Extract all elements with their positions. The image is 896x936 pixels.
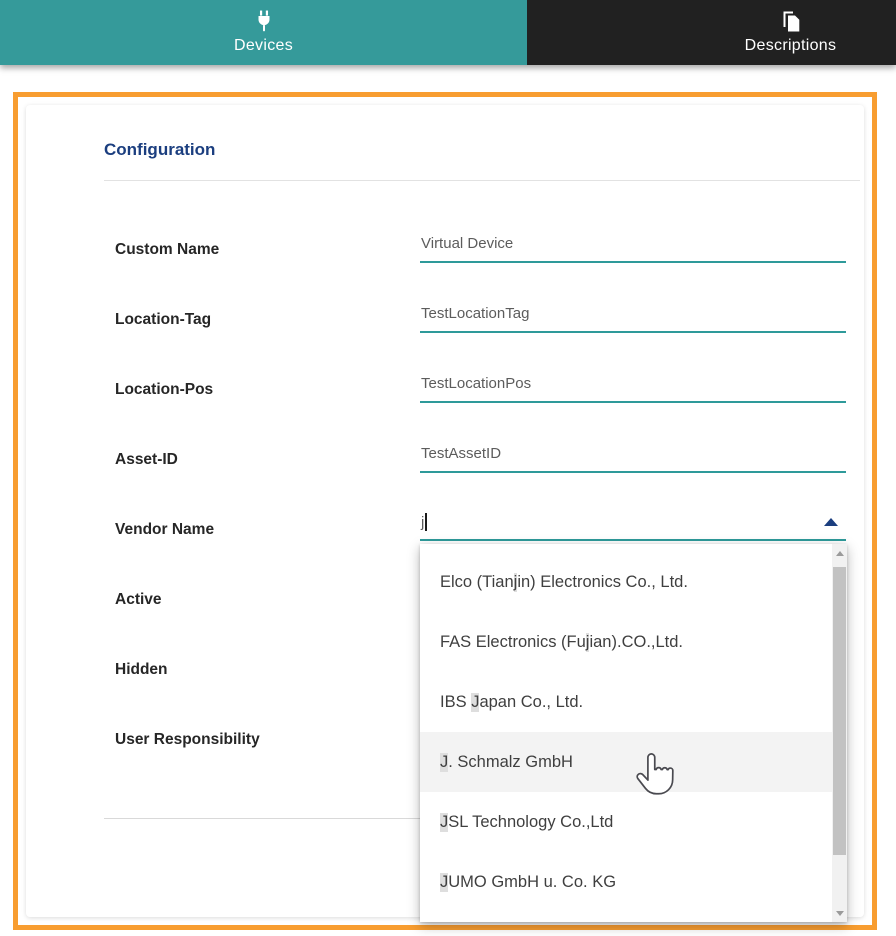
vendor-name-value: j: [421, 513, 427, 531]
scroll-down-button[interactable]: [832, 904, 847, 922]
copy-pages-icon: [779, 10, 803, 34]
asset-id-input[interactable]: TestAssetID: [420, 433, 846, 473]
scrollbar-thumb[interactable]: [833, 567, 846, 855]
user-responsibility-label: User Responsibility: [115, 731, 260, 748]
dropdown-option[interactable]: FAS Electronics (Fu j ian).CO.,Ltd.: [420, 612, 832, 672]
section-divider: [104, 180, 860, 181]
option-match-text: J: [440, 812, 449, 832]
location-pos-input[interactable]: TestLocationPos: [420, 363, 846, 403]
custom-name-label: Custom Name: [115, 241, 220, 258]
app-screen: Devices Descriptions Configuration Custo…: [0, 0, 896, 936]
custom-name-input[interactable]: Virtual Device: [420, 223, 846, 263]
location-pos-label: Location-Pos: [115, 381, 214, 398]
option-text: apan Co., Ltd.: [479, 692, 584, 711]
option-match-text: J: [440, 752, 449, 772]
option-text: Elco (Tian: [440, 572, 514, 591]
chevron-up-icon[interactable]: [824, 518, 838, 526]
option-match-text: J: [471, 692, 480, 712]
tab-bar: Devices Descriptions: [0, 0, 896, 65]
dropdown-option[interactable]: IBS Japan Co., Ltd.: [420, 672, 832, 732]
location-tag-input[interactable]: TestLocationTag: [420, 293, 846, 333]
dropdown-option[interactable]: Elco (Tian j in) Electronics Co., Ltd.: [420, 552, 832, 612]
tab-descriptions[interactable]: Descriptions: [527, 0, 896, 65]
vendor-dropdown-list: Elco (Tian j in) Electronics Co., Ltd. FAS …: [420, 544, 832, 922]
plug-icon: [253, 10, 275, 34]
option-text: FAS Electronics (Fu: [440, 632, 586, 651]
custom-name-value: Virtual Device: [421, 235, 514, 252]
hidden-label: Hidden: [115, 661, 168, 678]
option-match-text: J: [440, 872, 449, 892]
location-pos-value: TestLocationPos: [421, 375, 532, 392]
section-title: Configuration: [104, 140, 216, 159]
tab-descriptions-label: Descriptions: [744, 37, 837, 54]
option-text: UMO GmbH u. Co. KG: [448, 872, 617, 891]
vendor-dropdown: Elco (Tian j in) Electronics Co., Ltd. FAS …: [420, 544, 847, 922]
asset-id-value: TestAssetID: [421, 445, 502, 462]
dropdown-option[interactable]: J UMO GmbH u. Co. KG: [420, 852, 832, 912]
option-text: in) Electronics Co., Ltd.: [517, 572, 688, 591]
dropdown-option[interactable]: J. Schmalz GmbH: [420, 732, 832, 792]
option-text: ian).CO.,Ltd.: [589, 632, 684, 651]
vendor-name-input[interactable]: j: [420, 501, 846, 541]
option-text: IBS: [440, 692, 472, 711]
scroll-up-button[interactable]: [832, 544, 847, 562]
scroll-down-icon: [835, 910, 844, 916]
dropdown-option[interactable]: J SL Technology Co.,Ltd: [420, 792, 832, 852]
text-caret: [425, 513, 427, 531]
asset-id-label: Asset-ID: [115, 451, 178, 468]
active-label: Active: [115, 591, 162, 608]
location-tag-label: Location-Tag: [115, 311, 212, 328]
dropdown-scrollbar[interactable]: [832, 544, 847, 922]
location-tag-value: TestLocationTag: [421, 305, 530, 322]
option-text: . Schmalz GmbH: [448, 752, 573, 771]
tab-devices[interactable]: Devices: [0, 0, 527, 65]
tab-devices-label: Devices: [233, 37, 293, 54]
option-text: SL Technology Co.,Ltd: [448, 812, 614, 831]
scroll-up-icon: [835, 550, 844, 556]
vendor-name-label: Vendor Name: [115, 521, 215, 538]
